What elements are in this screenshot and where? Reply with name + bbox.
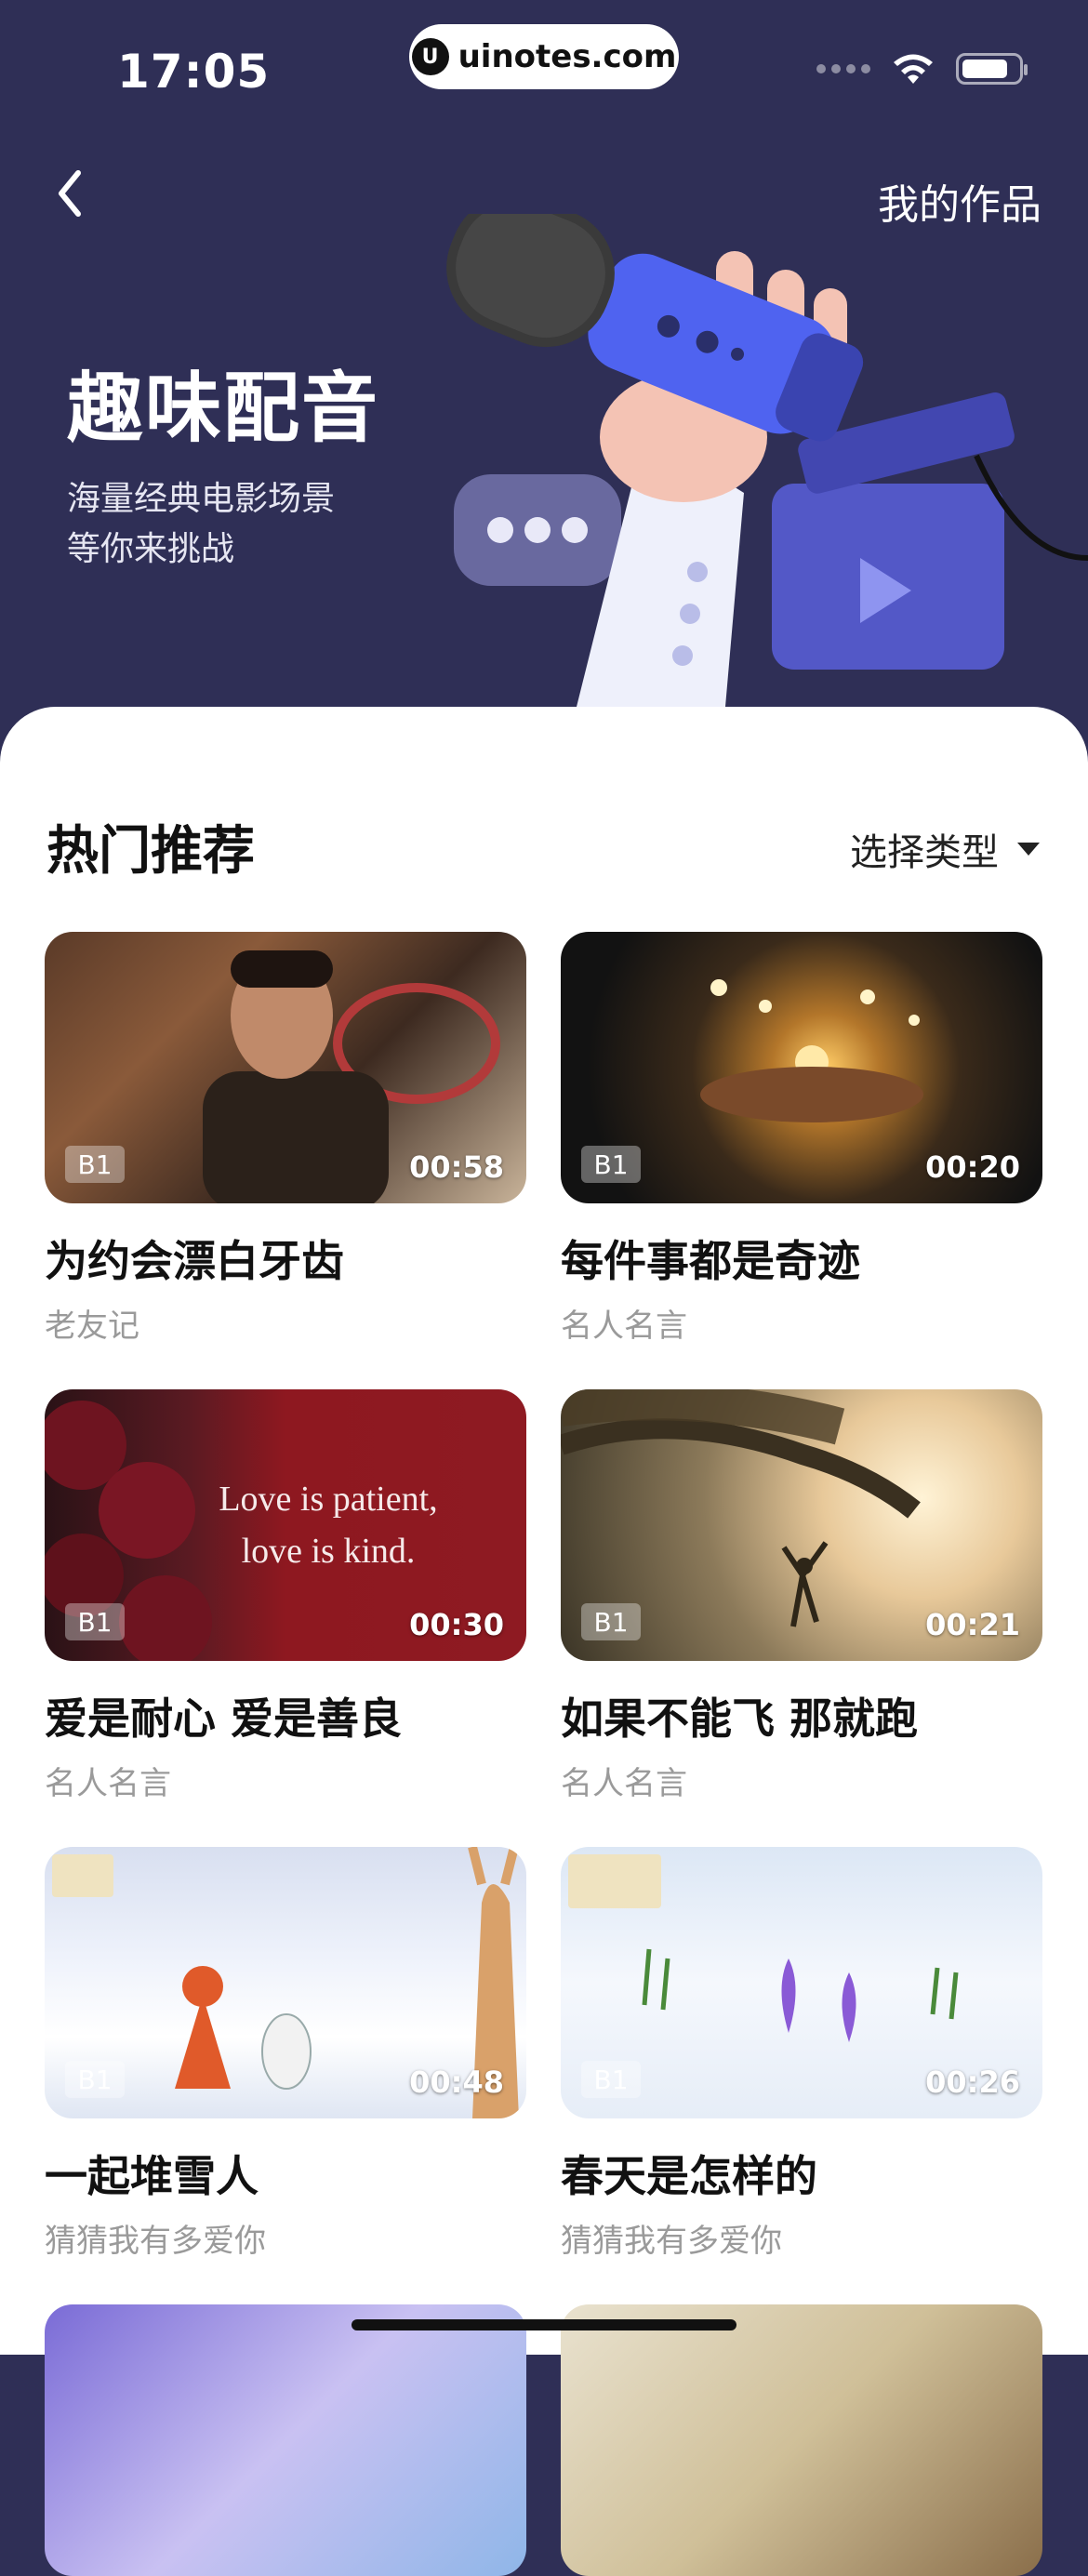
level-badge: B1 [581,2061,641,2098]
video-thumbnail[interactable]: B1 00:21 [561,1389,1042,1661]
watermark-logo-icon: U [411,38,449,75]
hero-banner: 17:05 U uinotes.com 我的作品 趣味配音 海量经典电影场景 等… [0,0,1088,744]
level-badge: B1 [65,1146,125,1183]
video-title: 每件事都是奇迹 [561,1236,860,1286]
video-card[interactable] [45,2304,526,2576]
video-thumbnail[interactable]: B1 00:20 [561,932,1042,1203]
signal-icon [816,64,870,73]
type-filter-dropdown[interactable]: 选择类型 [850,822,1040,876]
video-title: 一起堆雪人 [45,2151,259,2201]
status-icons [816,52,1028,86]
duration-label: 00:48 [409,2065,504,2100]
video-category: 猜猜我有多爱你 [561,2223,782,2260]
section-title: 热门推荐 [46,821,255,882]
watermark-pill: U uinotes.com [409,24,679,89]
video-title: 为约会漂白牙齿 [45,1236,344,1286]
video-thumbnail[interactable] [45,2304,526,2576]
level-badge: B1 [581,1146,641,1183]
hero-subtitle-line2: 等你来挑战 [67,530,235,568]
back-chevron-icon[interactable] [48,166,104,221]
video-category: 老友记 [45,1308,139,1345]
thumbnail-quote: Love is patient, love is kind. [166,1473,491,1577]
video-thumbnail[interactable]: B1 00:48 [45,1847,526,2118]
level-badge: B1 [581,1603,641,1640]
duration-label: 00:58 [409,1149,504,1185]
video-thumbnail[interactable]: B1 00:58 [45,932,526,1203]
duration-label: 00:21 [925,1607,1020,1642]
duration-label: 00:26 [925,2065,1020,2100]
quote-line2: love is kind. [241,1532,416,1571]
level-badge: B1 [65,2061,125,2098]
home-indicator[interactable] [352,2319,736,2330]
video-thumbnail[interactable] [561,2304,1042,2576]
video-title: 春天是怎样的 [561,2151,817,2201]
video-category: 名人名言 [561,1308,687,1345]
microphone-illustration-icon [446,214,1088,707]
hero-title: 趣味配音 [67,365,380,453]
level-badge: B1 [65,1603,125,1640]
type-filter-label: 选择类型 [850,831,999,874]
video-thumbnail[interactable]: B1 00:26 [561,1847,1042,2118]
video-thumbnail[interactable]: Love is patient, love is kind. B1 00:30 [45,1389,526,1661]
watermark-text: uinotes.com [458,38,677,75]
quote-line1: Love is patient, [219,1480,438,1519]
video-card[interactable]: B1 00:20 每件事都是奇迹 名人名言 [561,932,1042,1346]
video-card[interactable]: B1 00:58 为约会漂白牙齿 老友记 [45,932,526,1346]
status-time: 17:05 [117,45,271,99]
hero-subtitle: 海量经典电影场景 等你来挑战 [67,474,335,575]
battery-icon [956,53,1028,85]
dropdown-arrow-icon [1017,843,1040,856]
video-card[interactable]: Love is patient, love is kind. B1 00:30 … [45,1389,526,1803]
video-category: 名人名言 [45,1765,171,1802]
video-card[interactable]: B1 00:21 如果不能飞 那就跑 名人名言 [561,1389,1042,1803]
duration-label: 00:30 [409,1607,504,1642]
hero-subtitle-line1: 海量经典电影场景 [67,480,336,518]
duration-label: 00:20 [925,1149,1020,1185]
video-title: 爱是耐心 爱是善良 [45,1693,403,1744]
video-card[interactable]: B1 00:26 春天是怎样的 猜猜我有多爱你 [561,1847,1042,2261]
wifi-icon [894,54,933,84]
video-category: 名人名言 [561,1765,687,1802]
video-category: 猜猜我有多爱你 [45,2223,266,2260]
video-card[interactable] [561,2304,1042,2576]
video-card[interactable]: B1 00:48 一起堆雪人 猜猜我有多爱你 [45,1847,526,2261]
video-title: 如果不能飞 那就跑 [561,1693,919,1744]
